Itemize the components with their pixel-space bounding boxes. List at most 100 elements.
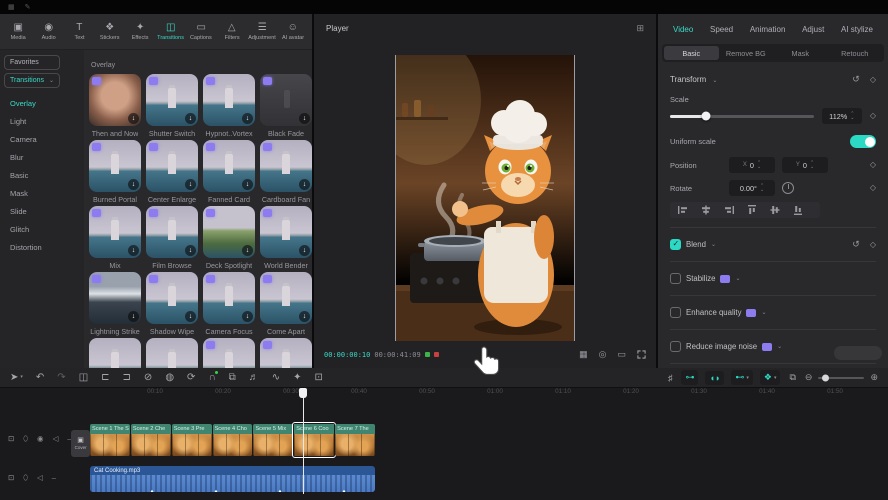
rotate-value-stepper[interactable]: 0.00° ⌃⌄ [729, 180, 775, 196]
transition-row5-3[interactable]: ↓ [201, 338, 257, 368]
subtab-basic[interactable]: Basic [664, 46, 719, 60]
tab-video[interactable]: Video [673, 25, 693, 34]
section-checkbox[interactable] [670, 307, 681, 318]
eye-icon[interactable]: ◉ [37, 435, 44, 443]
loop-icon[interactable]: ⟳ [187, 373, 195, 383]
category-mask[interactable]: Mask [0, 184, 84, 202]
tab-adjust[interactable]: Adjust [802, 25, 824, 34]
transition-black-fade[interactable]: ↓ Black Fade [258, 74, 312, 140]
transition-fanned-card[interactable]: ↓ Fanned Card [201, 140, 257, 206]
clip-scene-2[interactable]: Scene 2 Che [131, 424, 171, 456]
transition-hypnotic-vortex[interactable]: ↓ Hypnot..Vortex [201, 74, 257, 140]
select-tool[interactable]: ➤ ▾ [10, 373, 23, 383]
slider-knob[interactable] [701, 112, 710, 121]
zoom-slider[interactable] [818, 377, 864, 379]
transition-center-enlarge[interactable]: ↓ Center Enlarge [144, 140, 200, 206]
zoom-out-icon[interactable]: ⊖ [805, 372, 813, 383]
align-bottom-icon[interactable] [793, 205, 803, 215]
toolbar-audio[interactable]: ◉ Audio [34, 23, 65, 41]
keyframe-icon[interactable]: ◇ [870, 76, 876, 84]
category-light[interactable]: Light [0, 112, 84, 130]
tab-animation[interactable]: Animation [750, 25, 786, 34]
scale-value-stepper[interactable]: 112% ⌃⌄ [822, 108, 862, 124]
delete-right-icon[interactable]: ⊐ [123, 373, 131, 383]
keyframe-icon[interactable]: ◇ [870, 241, 876, 249]
transition-cardboard-fan[interactable]: ↓ Cardboard Fan [258, 140, 312, 206]
subtab-mask[interactable]: Mask [773, 46, 828, 60]
transition-row5-4[interactable]: ↓ [258, 338, 312, 368]
effects-track-icon[interactable]: ❖ ▾ [760, 370, 781, 385]
toolbar-adjustment[interactable]: ☰ Adjustment [247, 23, 278, 41]
split-icon[interactable]: ◫ [79, 373, 88, 383]
clip-scene-7[interactable]: Scene 7 The [335, 424, 375, 456]
mute-icon[interactable]: ◁ [53, 435, 59, 443]
player-layout-icon[interactable]: ⊞ [636, 23, 644, 34]
section-checkbox[interactable] [670, 273, 681, 284]
section-enhance-quality[interactable]: Enhance quality ⌄ [670, 305, 876, 320]
toolbar-transitions[interactable]: ◫ Transitions [156, 23, 187, 41]
category-glitch[interactable]: Glitch [0, 220, 84, 238]
keyframe-graph-icon[interactable]: ∿ [272, 373, 280, 383]
transition-lightning-strike[interactable]: ↓ Lightning Strike [87, 272, 143, 338]
tab-ai-stylize[interactable]: AI stylize [841, 25, 873, 34]
tab-speed[interactable]: Speed [710, 25, 733, 34]
toolbar-media[interactable]: ▣ Media [3, 23, 34, 41]
align-center-v-icon[interactable] [770, 205, 780, 215]
track-type-icon[interactable]: ⊡ [8, 474, 14, 482]
menu-icon[interactable]: ▦ [8, 4, 15, 11]
smart-tool-icon[interactable]: ◖◗ [705, 371, 724, 385]
transition-burned-portal[interactable]: ↓ Burned Portal [87, 140, 143, 206]
ratio-icon[interactable]: ▭ [617, 350, 626, 359]
delete-icon[interactable]: ⊘ [144, 373, 152, 383]
transition-come-apart[interactable]: ↓ Come Apart [258, 272, 312, 338]
transition-camera-focus[interactable]: ↓ Camera Focus [201, 272, 257, 338]
audio-icon[interactable]: ♬ [249, 373, 259, 383]
subtab-retouch[interactable]: Retouch [828, 46, 883, 60]
transition-deck-spotlight[interactable]: ↓ Deck Spotlight [201, 206, 257, 272]
transition-row5-2[interactable]: ↓ [144, 338, 200, 368]
transition-shutter-switch[interactable]: ↓ Shutter Switch [144, 74, 200, 140]
section-stabilize[interactable]: Stabilize ⌄ [670, 271, 876, 286]
position-x-stepper[interactable]: X 0 ⌃⌄ [729, 157, 775, 173]
section-checkbox[interactable] [670, 239, 681, 250]
transition-shadow-wipe[interactable]: ↓ Shadow Wipe [144, 272, 200, 338]
toolbar-stickers[interactable]: ❖ Stickers [95, 23, 126, 41]
magnet-icon[interactable]: ∩ [208, 373, 215, 383]
delete-left-icon[interactable]: ⊏ [101, 373, 109, 383]
clip-scene-1[interactable]: Scene 1 The S [90, 424, 130, 456]
category-camera[interactable]: Camera [0, 130, 84, 148]
zoom-slider-knob[interactable] [822, 374, 829, 381]
player-video[interactable] [395, 55, 575, 341]
fullscreen-icon[interactable] [637, 350, 646, 359]
section-blend[interactable]: Blend ⌄ ↺ ◇ [670, 237, 876, 252]
undo-icon[interactable]: ↶ [36, 373, 44, 383]
section-checkbox[interactable] [670, 341, 681, 352]
transition-then-and-now[interactable]: ↓ Then and Now [87, 74, 143, 140]
transition-world-bender[interactable]: ↓ World Bender [258, 206, 312, 272]
microphone-icon[interactable]: ♯ [668, 373, 673, 383]
align-left-icon[interactable] [678, 205, 688, 215]
category-distortion[interactable]: Distortion [0, 238, 84, 256]
mute-icon[interactable]: ◁ [37, 474, 43, 482]
lock-icon[interactable]: ⬯ [23, 474, 28, 482]
split-screen-icon[interactable]: ▦ [579, 350, 588, 359]
align-right-icon[interactable] [724, 205, 734, 215]
reset-icon[interactable]: ↺ [852, 75, 860, 84]
align-top-icon[interactable] [747, 205, 757, 215]
magic-icon[interactable]: ✦ [293, 373, 301, 383]
toolbar-effects[interactable]: ✦ Effects [125, 23, 156, 41]
auto-cut-icon[interactable]: ⊶ [681, 370, 698, 385]
toolbar-ai-avatar[interactable]: ☺ AI avatar [278, 23, 309, 41]
playhead-handle[interactable] [299, 388, 307, 398]
transitions-dropdown[interactable]: Transitions ⌄ [4, 73, 60, 88]
clip-scene-6[interactable]: Scene 6 Coo [294, 424, 334, 456]
toolbar-captions[interactable]: ▭ Captions [186, 23, 217, 41]
cover-button[interactable]: ▣ Cover [71, 430, 90, 457]
lock-icon[interactable]: ⬯ [23, 435, 28, 443]
transition-mix[interactable]: ↓ Mix [87, 206, 143, 272]
transition-film-browse[interactable]: ↓ Film Browse [144, 206, 200, 272]
redo-icon[interactable]: ↷ [57, 373, 65, 383]
link-icon[interactable]: ⧉ [229, 373, 236, 383]
zoom-in-icon[interactable]: ⊕ [870, 372, 878, 383]
edit-icon[interactable]: ✎ [25, 4, 31, 11]
